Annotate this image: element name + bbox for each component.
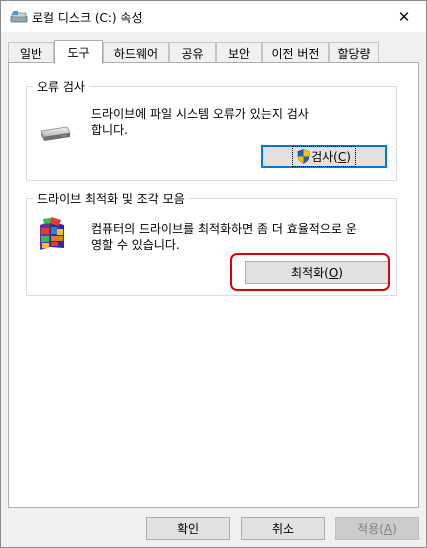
close-button[interactable]: ✕ (382, 1, 426, 32)
optimize-desc-line1: 컴퓨터의 드라이브를 최적화하면 좀 더 효율적으로 운 (91, 222, 357, 236)
apply-button-label: 적용( (357, 522, 384, 536)
apply-button-mnemonic: A (383, 521, 393, 536)
error-check-desc-line1: 드라이브에 파일 시스템 오류가 있는지 검사 (91, 107, 309, 121)
tab-previous-versions[interactable]: 이전 버전 (262, 42, 329, 63)
tab-label: 할당량 (337, 46, 371, 61)
check-button-inner: 검사(C) (292, 146, 356, 167)
tab-sharing[interactable]: 공유 (169, 42, 216, 63)
tab-label: 하드웨어 (113, 46, 159, 61)
drive-title-icon (10, 11, 28, 23)
error-check-title: 오류 검사 (33, 78, 89, 95)
optimize-desc-line2: 영할 수 있습니다. (91, 238, 180, 252)
error-check-desc-line2: 합니다. (91, 123, 128, 137)
ok-button[interactable]: 확인 (146, 517, 230, 540)
tab-hardware[interactable]: 하드웨어 (103, 42, 169, 63)
uac-shield-icon (297, 149, 310, 164)
tab-label: 보안 (227, 46, 251, 61)
tab-tools[interactable]: 도구 (54, 40, 103, 64)
check-button-mnemonic: C (337, 150, 347, 164)
tab-security[interactable]: 보안 (216, 42, 262, 63)
window-title: 로컬 디스크 (C:) 속성 (32, 11, 143, 25)
cancel-button-label: 취소 (271, 522, 295, 536)
tab-label: 도구 (67, 46, 90, 60)
highlight-box (230, 253, 390, 291)
apply-button-suffix: ) (392, 521, 397, 536)
drive-icon (40, 126, 71, 141)
tab-label: 이전 버전 (271, 46, 320, 61)
apply-button[interactable]: 적용(A) (335, 517, 419, 540)
error-check-group: 오류 검사 드라이브에 파일 시스템 오류가 있는지 검사 합니다. 검사(C) (26, 78, 397, 181)
ok-button-label: 확인 (176, 522, 200, 536)
defrag-icon (40, 217, 64, 250)
check-button-suffix: ) (346, 150, 351, 164)
tab-label: 공유 (181, 46, 204, 61)
tab-general[interactable]: 일반 (8, 42, 54, 63)
check-button-label: 검사( (311, 150, 338, 164)
optimize-description: 컴퓨터의 드라이브를 최적화하면 좀 더 효율적으로 운 영할 수 있습니다. (91, 221, 396, 253)
tab-quota[interactable]: 할당량 (329, 42, 379, 63)
optimize-title: 드라이브 최적화 및 조각 모음 (33, 190, 189, 207)
tab-label: 일반 (19, 46, 43, 61)
title-bar[interactable]: 로컬 디스크 (C:) 속성 ✕ (1, 1, 426, 32)
properties-window: 로컬 디스크 (C:) 속성 ✕ 일반 도구 하드웨어 공유 보안 이전 버전 … (0, 0, 427, 548)
error-check-description: 드라이브에 파일 시스템 오류가 있는지 검사 합니다. (91, 106, 391, 138)
check-button[interactable]: 검사(C) (261, 145, 387, 168)
close-icon: ✕ (397, 7, 411, 26)
cancel-button[interactable]: 취소 (241, 517, 325, 540)
